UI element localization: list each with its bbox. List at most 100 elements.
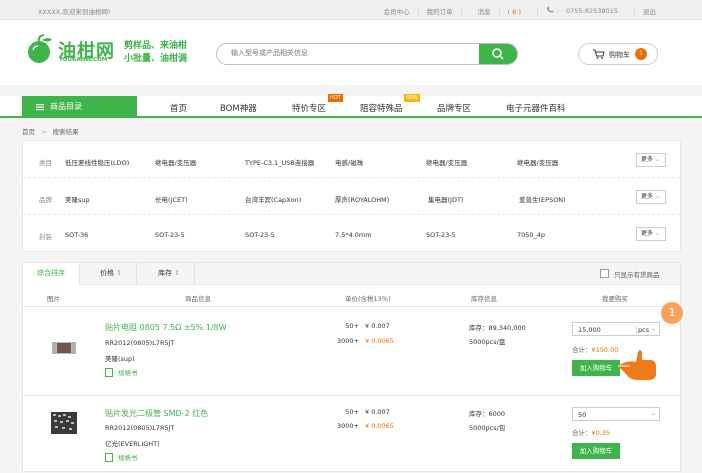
category-label: 商品目录	[50, 102, 82, 111]
filter-option[interactable]: SOT-23-5	[155, 231, 185, 239]
chevron-down-icon: ⌄	[654, 156, 660, 163]
step-marker: 1	[661, 302, 683, 324]
price-tier-price: ¥ 0.0065	[365, 337, 394, 345]
filter-option[interactable]: 继电器/变压器	[426, 157, 467, 167]
total-price: 合计：¥0.35	[572, 427, 610, 437]
filter-more-button[interactable]: 更多 ⌄	[636, 153, 666, 167]
packaging-info: 5000pcs/包	[469, 424, 506, 432]
filter-row-brand: 品牌 美隆sup 长电(JCET) 台湾丰宾(CapXon) 厚声(ROYALO…	[23, 178, 680, 215]
header: 油柑网 YOUGANW.COM 剪样品、来油柑 小批量、油柑调 购物车 1	[0, 20, 702, 85]
search-input[interactable]	[231, 49, 471, 57]
chevron-down-icon: ⌄	[654, 230, 660, 237]
filter-option[interactable]: 低压差线性稳压(LDO)	[65, 157, 129, 167]
nav-special-resistors[interactable]: 阻容特殊品 NEW	[360, 94, 420, 114]
more-label: 更多	[641, 193, 654, 200]
main-nav: 商品目录 首页 BOM神器 特价专区 HOT 阻容特殊品 NEW 品牌专区 电子元器…	[0, 94, 702, 118]
total-price: 合计：¥150.00	[572, 344, 618, 354]
filter-row-package: 封装 SOT-36 SOT-23-5 SOT-23-5 7.5*4.0mm SO…	[23, 215, 680, 252]
product-name-link[interactable]: 贴片发光二极管 SMD-2 红色	[105, 408, 208, 419]
filter-option[interactable]: 美隆sup	[65, 194, 90, 204]
cart-button[interactable]: 购物车 1	[578, 43, 658, 65]
filter-option[interactable]: 厚声(ROYALOHM)	[335, 194, 389, 204]
nav-home[interactable]: 首页	[170, 102, 187, 114]
product-name-link[interactable]: 贴片电阻 0805 7.5Ω ±5% 1/8W	[105, 322, 227, 333]
datasheet-link[interactable]: 规格书	[105, 452, 138, 462]
filter-option[interactable]: TYPE-C3.1_USB连接器	[245, 157, 314, 167]
search-button[interactable]	[479, 44, 517, 64]
more-label: 更多	[641, 156, 654, 163]
menu-icon	[36, 104, 44, 111]
cart-icon	[593, 49, 605, 59]
stock-info: 库存：89,340,000	[469, 322, 526, 332]
search-box	[216, 43, 518, 65]
filter-option[interactable]: 继电器/变压器	[517, 157, 558, 167]
datasheet-link[interactable]: 规格书	[105, 367, 138, 377]
price-tier-qty: 50+	[345, 408, 359, 416]
product-row: 贴片电阻 0805 7.5Ω ±5% 1/8W RR2012(0805)L7R5…	[23, 306, 680, 395]
total-label: 合计：	[572, 429, 592, 437]
in-stock-checkbox[interactable]	[600, 269, 609, 278]
breadcrumb-separator: >	[41, 128, 47, 136]
breadcrumb-home[interactable]: 首页	[22, 128, 35, 136]
more-label: 更多	[641, 230, 654, 237]
new-badge: NEW	[404, 94, 420, 102]
add-to-cart-button[interactable]: 加入购物车	[572, 360, 620, 376]
product-model: RR2012(0805)L7R5JT	[105, 339, 175, 347]
filter-option[interactable]: 7050_4p	[517, 231, 545, 239]
filter-option[interactable]: SOT-23-5	[245, 231, 275, 239]
filter-option[interactable]: 继电器/变压器	[155, 157, 196, 167]
filter-option[interactable]: SOT-36	[65, 231, 88, 239]
filter-option[interactable]: SOT-23-5	[426, 231, 456, 239]
filter-option[interactable]: 长电(JCET)	[155, 194, 188, 204]
add-to-cart-button[interactable]: 加入购物车	[572, 443, 620, 459]
filter-panel: 类目 低压差线性稳压(LDO) 继电器/变压器 TYPE-C3.1_USB连接器…	[22, 140, 681, 252]
price-tier-qty: 50+	[345, 322, 359, 330]
nav-special-resistors-label: 阻容特殊品	[360, 104, 403, 114]
filter-option[interactable]: 7.5*4.0mm	[335, 231, 372, 239]
nav-encyclopedia[interactable]: 电子元器件百科	[506, 102, 566, 114]
resistor-image[interactable]	[51, 339, 77, 357]
filter-more-button[interactable]: 更多 ⌄	[636, 190, 666, 204]
slogan: 剪样品、来油柑 小批量、油柑调	[124, 40, 187, 66]
search-icon	[492, 48, 504, 60]
product-list: 综合排序 价格 ⇕ 库存 ⇕ 只显示有货商品 图片 商品信息 单价(含税13％)…	[22, 262, 681, 472]
nav-brands[interactable]: 品牌专区	[437, 102, 471, 114]
messages-link[interactable]: 消息 ( 6 )	[460, 6, 537, 16]
stock-info: 库存：6000	[469, 408, 505, 418]
led-image[interactable]	[49, 408, 79, 438]
nav-bom-tool[interactable]: BOM神器	[220, 102, 257, 114]
datasheet-label: 规格书	[118, 369, 138, 377]
filter-option[interactable]: 集电器(JDT)	[428, 194, 463, 204]
my-orders-link[interactable]: 我的订单	[417, 6, 461, 16]
product-row: 贴片发光二极管 SMD-2 红色 RR2012(0805)L7R5JT 亿光(E…	[23, 395, 680, 473]
quantity-input[interactable]: 15,000 pcs ⌄	[572, 322, 660, 336]
filter-label: 品牌	[39, 196, 52, 204]
category-menu-button[interactable]: 商品目录	[22, 96, 137, 118]
sort-stock[interactable]: 库存 ⇕	[144, 263, 196, 284]
orange-logo-icon[interactable]	[24, 34, 56, 64]
logout-link[interactable]: 退出	[634, 6, 664, 16]
column-header-buy: 我要购买	[602, 295, 628, 303]
quantity-input[interactable]: 50 ⌄	[572, 407, 660, 421]
sort-default[interactable]: 综合排序	[23, 263, 80, 285]
quantity-value: 15,000	[578, 326, 601, 334]
unit-label: pcs	[638, 326, 650, 334]
total-label: 合计：	[572, 346, 592, 354]
stock-value: 89,340,000	[488, 324, 526, 332]
sort-bar: 综合排序 价格 ⇕ 库存 ⇕ 只显示有货商品	[23, 263, 680, 285]
messages-label: 消息	[477, 8, 491, 16]
sort-price[interactable]: 价格 ⇕	[86, 263, 138, 284]
price-tier-price: ¥ 0.0065	[365, 422, 394, 430]
filter-option[interactable]: 电感/磁珠	[335, 157, 363, 167]
filter-option[interactable]: 台湾丰宾(CapXon)	[245, 194, 301, 204]
packaging-info: 5000pcs/盘	[469, 338, 506, 346]
unit-select[interactable]: pcs	[636, 326, 649, 334]
nav-special-offers[interactable]: 特价专区 HOT	[292, 94, 343, 114]
filter-more-button[interactable]: 更多 ⌄	[636, 227, 666, 241]
filter-option[interactable]: 爱普生(EPSON)	[519, 194, 566, 204]
member-center-link[interactable]: 会员中心	[376, 6, 418, 16]
slogan-line-1: 剪样品、来油柑	[124, 41, 188, 51]
sort-price-label: 价格	[100, 269, 114, 277]
hotline: 0755-82538015	[537, 6, 634, 16]
datasheet-label: 规格书	[118, 454, 138, 462]
